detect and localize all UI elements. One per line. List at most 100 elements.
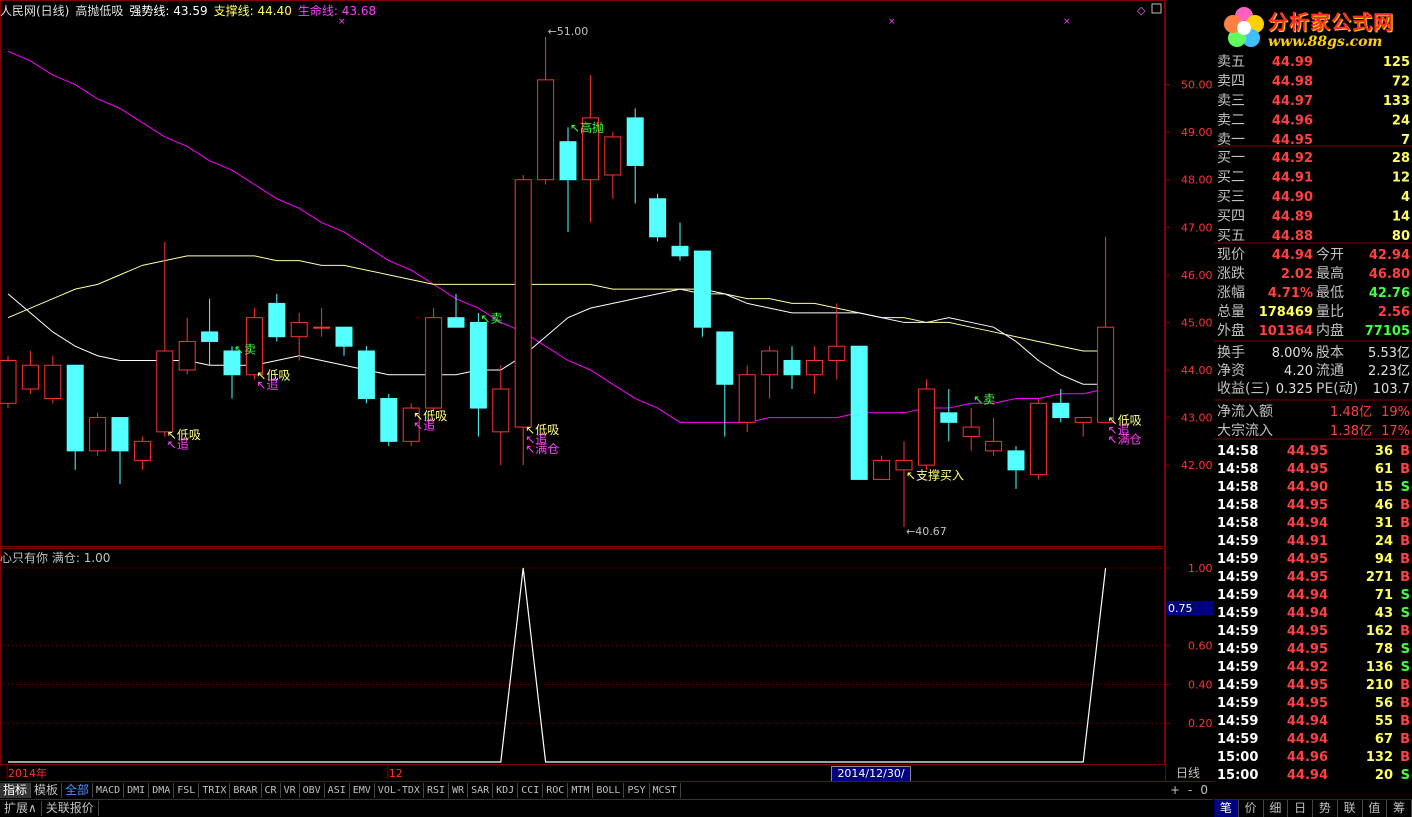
full-position-label: 满仓: — [51, 551, 80, 565]
main-chart-title: 人民网(日线) 高抛低吸 强势线: 43.59 支撑线: 44.40 生命线: 43.6… — [0, 2, 382, 18]
signal-label: ↖支撑买入 — [906, 467, 964, 482]
candle-body — [985, 440, 1003, 452]
tab-roc[interactable]: ROC — [543, 783, 569, 798]
tab-cr[interactable]: CR — [262, 783, 281, 798]
candle-body — [111, 417, 129, 452]
zoom-in-button[interactable]: + — [1170, 783, 1180, 797]
tick-time: 15:00 — [1217, 768, 1258, 783]
candle — [268, 293, 286, 342]
candle — [693, 250, 711, 337]
tick-price: 44.90 — [1287, 480, 1328, 495]
candle — [313, 308, 331, 337]
tab-dmi[interactable]: DMI — [124, 783, 150, 798]
main-candlestick-chart[interactable]: 42.00 43.00 44.00 45.00 46.00 47.00 48.00 49.00… — [0, 0, 1213, 548]
tab-mtm[interactable]: MTM — [568, 783, 594, 798]
sub-y-tick-label: 0.20 — [1188, 717, 1213, 730]
tab-kdj[interactable]: KDJ — [493, 783, 519, 798]
right-tab-2[interactable]: 细 — [1264, 800, 1289, 817]
diamond-icon[interactable]: ◇ — [1137, 4, 1146, 17]
right-tab-5[interactable]: 联 — [1338, 800, 1363, 817]
tab-fsl[interactable]: FSL — [174, 783, 200, 798]
candle-body — [716, 331, 734, 385]
ask-volume: 72 — [1392, 75, 1410, 90]
period-label[interactable]: 日线 — [1176, 766, 1200, 780]
tick-side: B — [1400, 444, 1410, 459]
extreme-price-label: ←51.00 — [548, 25, 589, 38]
bid-volume: 12 — [1392, 171, 1410, 186]
tab-brar[interactable]: BRAR — [230, 783, 262, 798]
right-tab-7[interactable]: 筹 — [1387, 800, 1412, 817]
quote-label: 最高 — [1316, 265, 1344, 282]
series-line-1 — [7, 255, 1106, 352]
tick-price: 44.95 — [1287, 624, 1328, 639]
tab-boll[interactable]: BOLL — [593, 783, 625, 798]
tick-price: 44.95 — [1287, 462, 1328, 477]
right-tab-3[interactable]: 日 — [1288, 800, 1313, 817]
time-axis-label: 12 — [389, 767, 403, 780]
tick-volume: 210 — [1366, 678, 1393, 693]
tab-template[interactable]: 模板 — [31, 783, 63, 798]
maximize-icon[interactable] — [1151, 3, 1162, 14]
tick-price: 44.95 — [1287, 642, 1328, 657]
ask-price: 44.96 — [1272, 114, 1313, 129]
tab-trix[interactable]: TRIX — [199, 783, 231, 798]
candle — [156, 241, 174, 437]
candle-body — [425, 317, 443, 409]
tick-volume: 46 — [1375, 498, 1393, 513]
tick-price: 44.96 — [1287, 750, 1328, 765]
tab-emv[interactable]: EMV — [350, 783, 375, 798]
linked-quote-button[interactable]: 关联报价 — [42, 801, 99, 816]
ask-level-label: 卖四 — [1217, 74, 1245, 90]
tab-rsi[interactable]: RSI — [424, 783, 450, 798]
tab-obv[interactable]: OBV — [300, 783, 325, 798]
tick-time: 14:58 — [1217, 480, 1258, 495]
tick-volume: 15 — [1375, 480, 1393, 495]
support-line-legend: 支撑线: 44.40 — [213, 4, 292, 18]
right-tab-1[interactable]: 价 — [1239, 800, 1264, 817]
candle — [604, 132, 622, 199]
y-tick-label: 46.00 — [1181, 269, 1213, 282]
tab-mcst[interactable]: MCST — [650, 783, 681, 798]
candle — [201, 298, 219, 366]
candle — [425, 308, 443, 413]
zoom-out-button[interactable]: - — [1188, 783, 1192, 797]
zoom-reset-button[interactable]: 0 — [1200, 783, 1208, 797]
tab-all[interactable]: 全部 — [62, 783, 94, 798]
candle-body — [738, 374, 756, 423]
quote-label: 外盘 — [1217, 322, 1245, 339]
tick-volume: 78 — [1375, 642, 1393, 657]
candle — [335, 326, 353, 356]
right-tab-4[interactable]: 势 — [1313, 800, 1338, 817]
tab-cci[interactable]: CCI — [518, 783, 544, 798]
tab-psy[interactable]: PSY — [624, 783, 650, 798]
tab-wr[interactable]: WR — [449, 783, 469, 798]
tab-vol-tdx[interactable]: VOL-TDX — [375, 783, 424, 798]
stat-label: 股本 — [1316, 345, 1344, 361]
candle — [917, 379, 935, 470]
tick-time: 14:59 — [1217, 678, 1258, 693]
candle — [962, 408, 980, 451]
quote-label: 现价 — [1217, 247, 1245, 263]
tab-dma[interactable]: DMA — [149, 783, 175, 798]
tab-vr[interactable]: VR — [281, 783, 300, 798]
tab-asi[interactable]: ASI — [325, 783, 350, 798]
candle-body — [201, 331, 219, 342]
quote-value: 77105 — [1365, 324, 1410, 339]
right-panel-tabs: 笔价细日势联值筹 — [1214, 799, 1412, 817]
expand-button[interactable]: 扩展∧ — [0, 801, 42, 816]
tab-indicator[interactable]: 指标 — [0, 783, 32, 798]
candle-body — [0, 359, 17, 404]
tab-sar[interactable]: SAR — [468, 783, 494, 798]
signal-label: ↖追 — [413, 417, 435, 432]
tick-price: 44.92 — [1287, 660, 1328, 675]
bid-level-label: 买二 — [1217, 170, 1245, 186]
cursor-value-box — [1166, 601, 1213, 615]
tab-macd[interactable]: MACD — [93, 783, 125, 798]
right-tab-6[interactable]: 值 — [1363, 800, 1388, 817]
stat-label: PE(动) — [1316, 381, 1358, 397]
quote-value: 4.71% — [1268, 286, 1313, 301]
tick-time: 14:59 — [1217, 660, 1258, 675]
quote-label: 总量 — [1217, 304, 1245, 320]
tick-side: S — [1401, 606, 1410, 621]
right-tab-0[interactable]: 笔 — [1214, 800, 1239, 817]
